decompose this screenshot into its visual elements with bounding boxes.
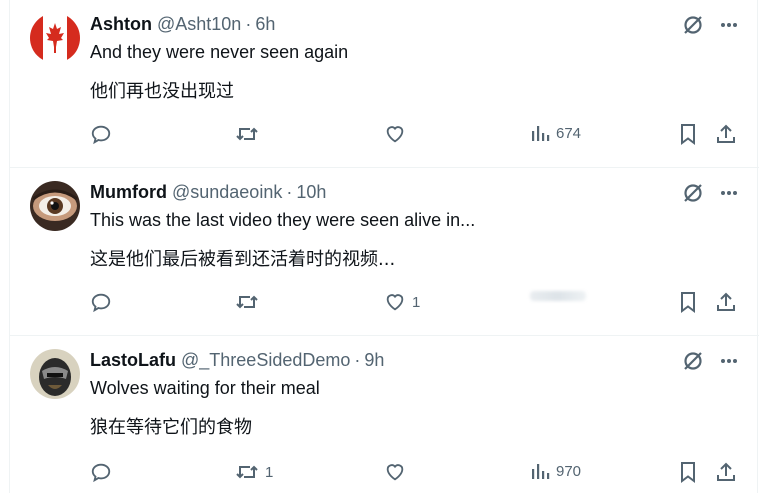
views-count: 674 (556, 124, 582, 142)
views-button[interactable]: 970 (530, 461, 581, 481)
repost-button[interactable] (235, 123, 265, 145)
avatar[interactable] (30, 13, 80, 63)
reply-header: Mumford @sundaeoink · 10h (90, 182, 326, 203)
like-button[interactable]: 1 (384, 291, 420, 313)
action-bar: 1 970 (10, 461, 759, 491)
bookmark-icon (681, 124, 695, 145)
action-bar: 1 (10, 291, 759, 321)
display-name[interactable]: Mumford (90, 182, 167, 203)
views-button[interactable] (530, 291, 592, 301)
grok-icon[interactable] (681, 181, 705, 205)
reply-item[interactable]: Ashton @Asht10n · 6h And they were never… (10, 0, 759, 168)
like-icon (386, 126, 404, 143)
separator-dot: · (245, 14, 252, 34)
views-icon (532, 126, 550, 141)
reply-text: And they were never seen again (90, 42, 349, 62)
reply-header: Ashton @Asht10n · 6h (90, 14, 275, 35)
share-icon (717, 462, 735, 481)
repost-button[interactable]: 1 (235, 461, 273, 483)
views-button[interactable]: 674 (530, 123, 581, 143)
reply-button[interactable] (90, 291, 118, 313)
reply-icon (91, 125, 111, 145)
bookmark-button[interactable] (678, 291, 698, 313)
user-handle[interactable]: @_ThreeSidedDemo (181, 350, 350, 371)
avatar[interactable] (30, 181, 80, 231)
reply-translation: 他们再也没出现过 (90, 81, 234, 102)
more-icon[interactable] (719, 15, 739, 35)
repost-icon (236, 127, 258, 141)
repost-button[interactable] (235, 291, 265, 313)
reply-top-icons (681, 181, 739, 205)
reply-translation: 狼在等待它们的食物 (90, 417, 252, 438)
timestamp[interactable]: 9h (364, 350, 384, 371)
display-name[interactable]: Ashton (90, 14, 152, 35)
reply-text: Wolves waiting for their meal (90, 378, 320, 398)
views-placeholder (530, 291, 586, 301)
repost-icon (236, 465, 258, 479)
reply-top-icons (681, 349, 739, 373)
views-icon (532, 464, 550, 479)
grok-icon[interactable] (681, 13, 705, 37)
reply-button[interactable] (90, 461, 118, 483)
reply-button[interactable] (90, 123, 118, 145)
bookmark-icon (681, 292, 695, 313)
like-count: 1 (412, 293, 421, 311)
share-button[interactable] (715, 123, 737, 145)
reply-item[interactable]: Mumford @sundaeoink · 10h This was the l… (10, 168, 759, 336)
bookmark-button[interactable] (678, 123, 698, 145)
more-icon[interactable] (719, 351, 739, 371)
reply-icon (91, 463, 111, 483)
grok-icon[interactable] (681, 349, 705, 373)
reply-top-icons (681, 13, 739, 37)
user-handle[interactable]: @Asht10n (157, 14, 241, 35)
action-bar: 674 (10, 123, 759, 153)
reply-text: This was the last video they were seen a… (90, 210, 476, 230)
separator-dot: · (286, 182, 293, 202)
more-icon[interactable] (719, 183, 739, 203)
separator-dot: · (354, 350, 361, 370)
display-name[interactable]: LastoLafu (90, 350, 176, 371)
timestamp[interactable]: 6h (255, 14, 275, 35)
repost-count: 1 (265, 463, 274, 481)
share-button[interactable] (715, 461, 737, 483)
bookmark-icon (681, 462, 695, 483)
user-handle[interactable]: @sundaeoink (172, 182, 282, 203)
reply-header: LastoLafu @_ThreeSidedDemo · 9h (90, 350, 384, 371)
reply-icon (91, 293, 111, 313)
like-icon (386, 464, 404, 481)
repost-icon (236, 295, 258, 309)
reply-translation: 这是他们最后被看到还活着时的视频... (90, 249, 396, 270)
like-icon (386, 294, 404, 311)
reply-item[interactable]: LastoLafu @_ThreeSidedDemo · 9h Wolves w… (10, 336, 759, 493)
like-button[interactable] (384, 461, 412, 483)
views-count: 970 (556, 462, 582, 480)
share-icon (717, 124, 735, 143)
like-button[interactable] (384, 123, 412, 145)
timestamp[interactable]: 10h (296, 182, 326, 203)
bookmark-button[interactable] (678, 461, 698, 483)
share-icon (717, 292, 735, 311)
reply-thread: Ashton @Asht10n · 6h And they were never… (9, 0, 759, 493)
avatar[interactable] (30, 349, 80, 399)
share-button[interactable] (715, 291, 737, 313)
